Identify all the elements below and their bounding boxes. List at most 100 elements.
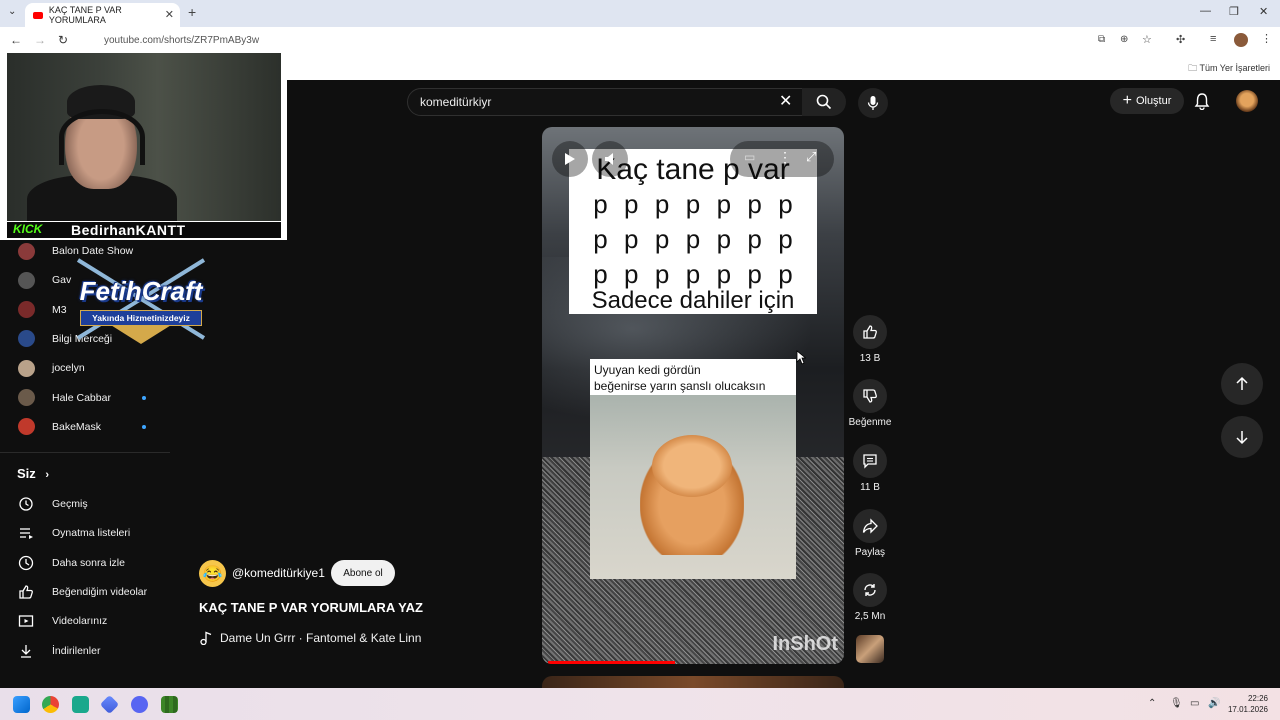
video-progress-bar[interactable] <box>548 661 675 664</box>
profile-avatar[interactable] <box>1234 33 1248 47</box>
subscription-item[interactable]: M3 <box>18 300 67 320</box>
volume-icon <box>605 153 613 165</box>
clock-date[interactable]: 17.01.2026 <box>1228 705 1268 714</box>
plus-icon: + <box>1122 92 1132 109</box>
p-letter: p <box>778 259 793 289</box>
subscribe-button[interactable]: Abone ol <box>331 560 395 586</box>
tray-display-icon[interactable]: ▭ <box>1190 698 1199 709</box>
subscription-label: M3 <box>52 303 67 316</box>
minecraft-icon[interactable] <box>161 696 178 713</box>
tab-list-button[interactable]: ⌄ <box>8 6 16 17</box>
subscription-item[interactable]: jocelyn <box>18 358 85 378</box>
channel-name[interactable]: @komeditürkiye1 <box>232 566 325 580</box>
menu-item-like[interactable]: Beğendiğim videolar <box>18 582 147 602</box>
play-button[interactable] <box>552 141 588 177</box>
comments-action[interactable]: 11 B <box>852 444 888 493</box>
menu-item-history[interactable]: Geçmiş <box>18 494 88 514</box>
install-app-icon[interactable]: ⧉ <box>1098 34 1105 45</box>
all-bookmarks-link[interactable]: 🗀 Tüm Yer İşaretleri <box>1188 61 1270 77</box>
notifications-button[interactable] <box>1194 92 1210 115</box>
close-tab-icon[interactable]: ✕ <box>165 8 174 21</box>
youtube-favicon-icon <box>33 11 43 19</box>
dislike-button[interactable] <box>853 379 887 413</box>
captions-icon[interactable]: ▭ <box>744 150 755 164</box>
extensions-icon[interactable]: ✣ <box>1176 33 1185 46</box>
audio-source-thumbnail[interactable] <box>856 635 884 663</box>
dislike-action[interactable]: Beğenme <box>846 379 894 428</box>
subscription-item[interactable]: Hale Cabbar <box>18 388 146 408</box>
account-avatar[interactable] <box>1236 90 1258 112</box>
forward-icon[interactable]: → <box>34 33 46 47</box>
volume-button[interactable] <box>592 141 628 177</box>
media-control-icon[interactable]: ≡ <box>1210 33 1216 45</box>
browser-menu-icon[interactable]: ⋮ <box>1261 32 1272 45</box>
more-options-icon[interactable]: ⋮ <box>778 149 792 166</box>
bookmark-star-icon[interactable]: ☆ <box>1142 33 1152 46</box>
zoom-icon[interactable]: ⊕ <box>1120 34 1128 45</box>
windows-start-icon[interactable] <box>13 696 30 713</box>
create-button[interactable]: + Oluştur <box>1110 88 1184 114</box>
previous-short-button[interactable] <box>1221 363 1263 405</box>
streamer-name: BedirhanKANTT <box>71 222 186 238</box>
p-row-2: ppppppp <box>569 224 817 255</box>
minimize-button[interactable]: — <box>1200 5 1211 17</box>
clock-time[interactable]: 22:26 <box>1248 694 1268 703</box>
search-button[interactable] <box>802 88 846 116</box>
reload-icon[interactable]: ↻ <box>58 33 68 47</box>
tray-volume-icon[interactable]: 🔊 <box>1208 698 1220 709</box>
fullscreen-icon[interactable]: ⤢ <box>806 149 816 165</box>
share-action[interactable]: Paylaş <box>852 509 888 558</box>
kick-app-icon[interactable] <box>72 696 89 713</box>
subscription-item[interactable]: BakeMask <box>18 417 146 437</box>
menu-item-video[interactable]: Videolarınız <box>18 611 107 631</box>
video-title[interactable]: KAÇ TANE P VAR YORUMLARA YAZ <box>199 600 423 615</box>
sleeping-cat-image <box>590 395 796 579</box>
menu-item-download[interactable]: İndirilenler <box>18 641 100 661</box>
chrome-icon[interactable] <box>42 696 59 713</box>
channel-avatar[interactable]: 😂 <box>199 560 226 587</box>
share-button[interactable] <box>853 509 887 543</box>
remix-action[interactable]: 2,5 Mn <box>852 573 888 622</box>
search-icon <box>816 94 832 110</box>
menu-item-playlist[interactable]: Oynatma listeleri <box>18 523 130 543</box>
arrow-up-icon <box>1236 376 1248 390</box>
like-button[interactable] <box>853 315 887 349</box>
browser-tab-active[interactable]: KAÇ TANE P VAR YORUMLARA ✕ <box>25 3 180 27</box>
channel-avatar-icon <box>18 330 35 348</box>
you-section-heading[interactable]: Siz › <box>17 466 49 481</box>
subscription-item[interactable]: Gav <box>18 270 71 290</box>
comments-count: 11 B <box>860 482 880 493</box>
music-note-icon <box>200 631 212 645</box>
like-action[interactable]: 13 B <box>852 315 888 364</box>
p-letter: p <box>747 259 762 289</box>
remix-button[interactable] <box>853 573 887 607</box>
menu-item-clock[interactable]: Daha sonra izle <box>18 553 125 573</box>
voice-search-button[interactable] <box>858 88 888 118</box>
fetihcraft-logo: FetihCraft Yakında Hizmetinizdeyiz <box>66 256 216 348</box>
p-letter: p <box>654 224 670 254</box>
create-label: Oluştur <box>1135 95 1172 107</box>
tray-chevron-icon[interactable]: ⌃ <box>1148 698 1156 709</box>
clear-search-icon[interactable]: ✕ <box>779 91 792 111</box>
close-window-button[interactable]: ✕ <box>1259 5 1268 18</box>
p-letter: p <box>624 224 639 254</box>
like-icon <box>19 585 33 599</box>
sidebar-divider <box>0 452 170 453</box>
search-input[interactable]: komeditürkiyr <box>407 88 807 116</box>
next-short-button[interactable] <box>1221 416 1263 458</box>
cat-meme-card: Uyuyan kedi gördün beğenirse yarın şansl… <box>590 359 796 579</box>
ai-app-icon[interactable] <box>99 694 120 715</box>
fetihcraft-title: FetihCraft <box>79 276 203 306</box>
restore-button[interactable]: ❐ <box>1229 5 1239 18</box>
back-icon[interactable]: ← <box>10 33 22 47</box>
tray-mic-icon[interactable]: 🎙 <box>1170 698 1183 709</box>
discord-icon[interactable] <box>131 696 148 713</box>
browser-tabbar: ⌄ KAÇ TANE P VAR YORUMLARA ✕ + — ❐ ✕ <box>0 0 1280 27</box>
music-label: Dame Un Grrr · Fantomel & Kate Linn <box>220 631 422 645</box>
p-letter: p <box>685 224 701 254</box>
p-letter: p <box>747 224 762 254</box>
shorts-video-player[interactable]: Kaç tane p var ppppppp ppppppp ppppppp S… <box>542 127 844 664</box>
comments-button[interactable] <box>853 444 887 478</box>
music-info[interactable]: Dame Un Grrr · Fantomel & Kate Linn <box>200 631 421 645</box>
new-tab-button[interactable]: + <box>188 4 196 20</box>
